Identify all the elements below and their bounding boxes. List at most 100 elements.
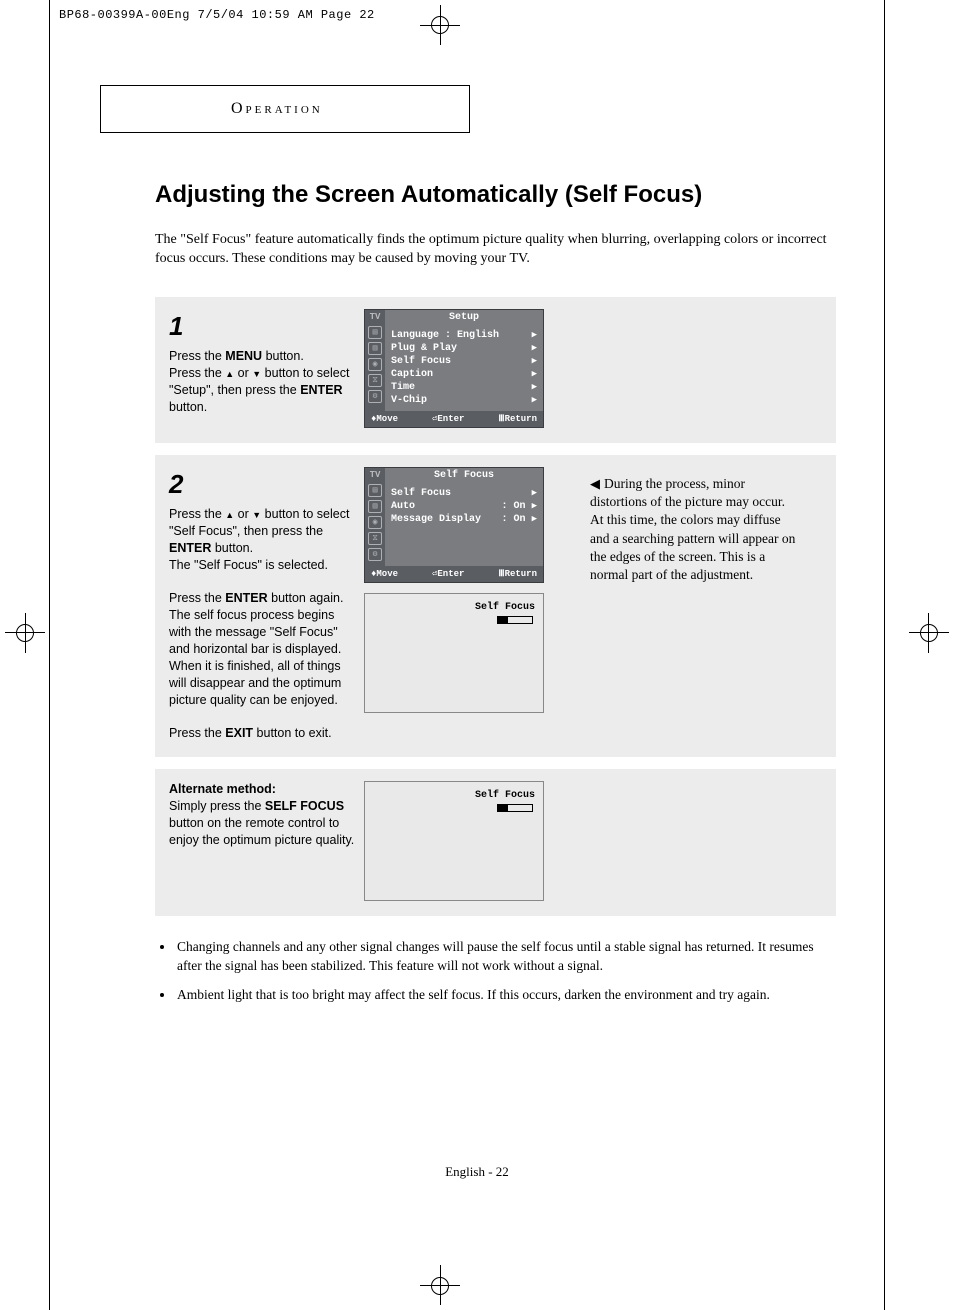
note-item: Ambient light that is too bright may aff… xyxy=(175,986,836,1005)
osd-item: Self Focus xyxy=(391,356,451,367)
osd-footer: ♦Move ⏎Enter ⅢReturn xyxy=(365,566,543,582)
progress-fill xyxy=(498,617,508,623)
self-focus-button-label: SELF FOCUS xyxy=(265,799,344,813)
osd-setup-menu: TV Setup ▤ ▥ ◉ ⧖ ⚙ Language : English▶ xyxy=(364,309,544,428)
osd-footer-enter: Enter xyxy=(437,569,464,579)
osd-item: Message Display xyxy=(391,514,481,525)
enter-label: ENTER xyxy=(300,383,342,397)
page-number: English - 22 xyxy=(0,1164,954,1180)
right-arrow-icon: ▶ xyxy=(532,514,537,524)
step-1-text: 1 Press the MENU button. Press the or bu… xyxy=(169,309,364,428)
osd-icon: ◉ xyxy=(368,516,382,529)
page-title: Adjusting the Screen Automatically (Self… xyxy=(155,181,836,209)
osd-icon: ⧖ xyxy=(368,532,382,545)
t: button. xyxy=(169,400,207,414)
section-tab: Operation xyxy=(100,85,470,133)
notes-list: Changing channels and any other signal c… xyxy=(175,938,836,1005)
t: button again. xyxy=(268,591,344,605)
osd-item: V-Chip xyxy=(391,395,427,406)
osd-item: Self Focus xyxy=(391,488,451,499)
left-arrow-icon: ◀ xyxy=(590,476,600,491)
osd-icon: ▥ xyxy=(368,500,382,513)
osd-footer-move: Move xyxy=(376,569,398,579)
self-focus-label: Self Focus xyxy=(475,602,535,613)
right-arrow-icon: ▶ xyxy=(532,488,537,498)
right-arrow-icon: ▶ xyxy=(532,382,537,392)
t: The "Self Focus" is selected. xyxy=(169,557,358,574)
osd-icon: ⚙ xyxy=(368,390,382,403)
t: When it is finished, all of things will … xyxy=(169,658,358,709)
slug-line: BP68-00399A-00Eng 7/5/04 10:59 AM Page 2… xyxy=(59,8,375,22)
osd-tab: TV xyxy=(365,468,385,483)
osd-value: : On xyxy=(502,514,526,525)
side-note: ◀During the process, minor distortions o… xyxy=(590,475,800,584)
osd-icon: ⚙ xyxy=(368,548,382,561)
osd-item: Language xyxy=(391,330,439,341)
t: Press the xyxy=(169,507,225,521)
osd-icon: ⧖ xyxy=(368,374,382,387)
osd-sidebar: ▤ ▥ ◉ ⧖ ⚙ xyxy=(365,325,385,411)
osd-title: Self Focus xyxy=(385,468,543,483)
step-1-block: 1 Press the MENU button. Press the or bu… xyxy=(155,297,836,443)
exit-label: EXIT xyxy=(225,726,253,740)
t: or xyxy=(234,507,252,521)
osd-icon: ◉ xyxy=(368,358,382,371)
self-focus-progress-screen: Self Focus xyxy=(364,781,544,901)
right-arrow-icon: ▶ xyxy=(532,356,537,366)
self-focus-label: Self Focus xyxy=(475,790,535,801)
osd-footer-enter: Enter xyxy=(437,414,464,424)
t: or xyxy=(234,366,252,380)
enter-label: ENTER xyxy=(225,591,267,605)
t: Simply press the xyxy=(169,799,265,813)
osd-footer-return: Return xyxy=(505,569,537,579)
down-arrow-icon xyxy=(252,507,261,521)
side-note-text: During the process, minor distortions of… xyxy=(590,476,795,582)
osd-tab: TV xyxy=(365,310,385,325)
alt-heading: Alternate method: xyxy=(169,782,276,796)
right-arrow-icon: ▶ xyxy=(532,369,537,379)
up-arrow-icon xyxy=(225,507,234,521)
crop-mark xyxy=(920,624,938,642)
step-1-number: 1 xyxy=(169,309,358,344)
right-arrow-icon: ▶ xyxy=(532,343,537,353)
right-arrow-icon: ▶ xyxy=(532,501,537,511)
osd-icon: ▤ xyxy=(368,484,382,497)
intro-text: The "Self Focus" feature automatically f… xyxy=(155,231,836,269)
progress-fill xyxy=(498,805,508,811)
osd-item: Caption xyxy=(391,369,433,380)
t: The self focus process begins with the m… xyxy=(169,607,358,658)
step-2-text: 2 Press the or button to select "Self Fo… xyxy=(169,467,364,742)
osd-item: Auto xyxy=(391,501,415,512)
osd-sidebar: ▤ ▥ ◉ ⧖ ⚙ xyxy=(365,483,385,566)
t: Press the xyxy=(169,591,225,605)
progress-bar xyxy=(497,616,533,624)
osd-menu-list: Language : English▶ Plug & Play▶ Self Fo… xyxy=(385,325,543,411)
osd-footer-return: Return xyxy=(505,414,537,424)
t: Press the xyxy=(169,366,225,380)
osd-item: Time xyxy=(391,382,415,393)
t: Press the xyxy=(169,726,225,740)
self-focus-progress-screen: Self Focus xyxy=(364,593,544,713)
right-arrow-icon: ▶ xyxy=(532,330,537,340)
osd-icon: ▥ xyxy=(368,342,382,355)
osd-footer-move: Move xyxy=(376,414,398,424)
osd-value: : On xyxy=(502,501,526,512)
osd-icon: ▤ xyxy=(368,326,382,339)
step-2-number: 2 xyxy=(169,467,358,502)
t: button on the remote control to enjoy th… xyxy=(169,816,354,847)
down-arrow-icon xyxy=(252,366,261,380)
menu-label: MENU xyxy=(225,349,262,363)
osd-menu-list: Self Focus ▶ Auto : On ▶ Message Display : … xyxy=(385,483,543,566)
up-arrow-icon xyxy=(225,366,234,380)
progress-bar xyxy=(497,804,533,812)
t: Press the xyxy=(169,349,225,363)
crop-mark xyxy=(16,624,34,642)
t: button. xyxy=(262,349,304,363)
osd-footer: ♦Move ⏎Enter ⅢReturn xyxy=(365,411,543,427)
osd-title: Setup xyxy=(385,310,543,325)
right-arrow-icon: ▶ xyxy=(532,395,537,405)
t: button to exit. xyxy=(253,726,332,740)
enter-label: ENTER xyxy=(169,541,211,555)
alternate-method-block: Alternate method: Simply press the SELF … xyxy=(155,769,836,916)
note-item: Changing channels and any other signal c… xyxy=(175,938,836,976)
